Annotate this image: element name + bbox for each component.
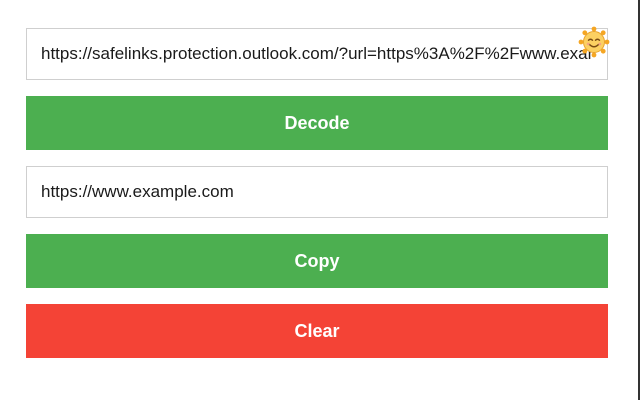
decode-button[interactable]: Decode xyxy=(26,96,608,150)
safelinks-decoder-panel: Decode Copy Clear xyxy=(0,0,640,400)
smiling-sun-emoji-icon xyxy=(578,26,610,58)
decoded-url-output[interactable] xyxy=(26,166,608,218)
copy-button[interactable]: Copy xyxy=(26,234,608,288)
clear-button[interactable]: Clear xyxy=(26,304,608,358)
safelink-url-input[interactable] xyxy=(26,28,608,80)
